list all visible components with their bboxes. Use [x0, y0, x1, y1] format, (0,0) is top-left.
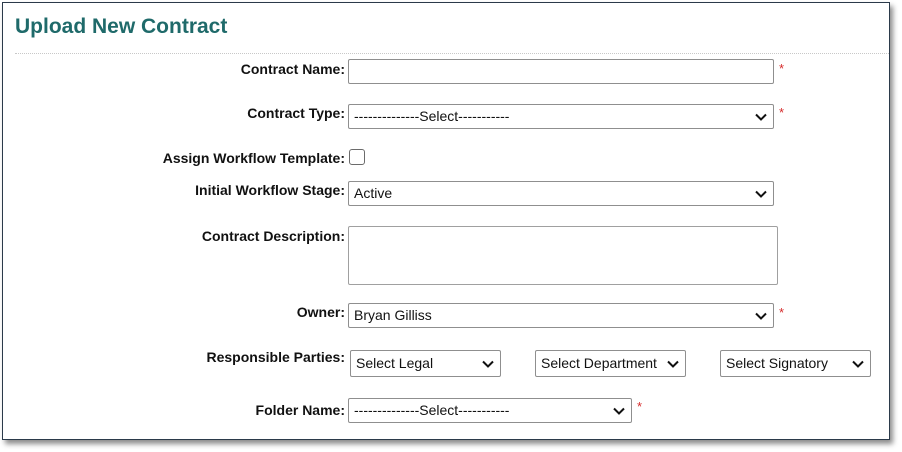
folder-name-label: Folder Name: [255, 402, 345, 418]
initial-workflow-stage-selected-value: Active [354, 185, 393, 201]
chevron-down-icon [852, 351, 864, 376]
chevron-down-icon [613, 399, 625, 422]
chevron-down-icon [667, 351, 679, 376]
owner-select[interactable]: Bryan Gilliss [348, 303, 774, 328]
chevron-down-icon [482, 351, 494, 376]
contract-name-input[interactable] [348, 59, 774, 84]
initial-workflow-stage-select[interactable]: Active [348, 181, 774, 206]
chevron-down-icon [755, 105, 767, 128]
select-signatory-select[interactable]: Select Signatory [720, 350, 871, 377]
chevron-down-icon [755, 304, 767, 327]
owner-label: Owner: [296, 304, 345, 320]
contract-type-required-marker: * [779, 105, 785, 120]
select-department-selected-value: Select Department [541, 355, 657, 371]
folder-name-selected-value: --------------Select----------- [354, 402, 510, 418]
contract-name-label: Contract Name: [240, 61, 345, 77]
select-legal-select[interactable]: Select Legal [350, 350, 501, 377]
contract-description-label: Contract Description: [201, 228, 345, 244]
contract-name-required-marker: * [779, 61, 785, 76]
owner-selected-value: Bryan Gilliss [354, 307, 432, 323]
contract-type-select[interactable]: --------------Select----------- [348, 104, 774, 129]
chevron-down-icon [755, 182, 767, 205]
assign-workflow-template-label: Assign Workflow Template: [162, 150, 345, 166]
title-divider [15, 53, 889, 54]
owner-required-marker: * [779, 305, 785, 320]
select-department-select[interactable]: Select Department [535, 350, 686, 377]
responsible-parties-label: Responsible Parties: [206, 349, 346, 365]
contract-type-label: Contract Type: [247, 105, 345, 121]
initial-workflow-stage-label: Initial Workflow Stage: [195, 182, 345, 198]
folder-name-select[interactable]: --------------Select----------- [348, 398, 632, 423]
select-signatory-selected-value: Select Signatory [726, 355, 828, 371]
upload-contract-panel: Upload New Contract Contract Name: * Con… [2, 2, 890, 440]
assign-workflow-template-checkbox[interactable] [349, 149, 365, 165]
select-legal-selected-value: Select Legal [356, 355, 434, 371]
page-title: Upload New Contract [15, 15, 228, 38]
contract-description-textarea[interactable] [348, 226, 778, 285]
folder-name-required-marker: * [637, 399, 643, 414]
contract-type-selected-value: --------------Select----------- [354, 108, 510, 124]
